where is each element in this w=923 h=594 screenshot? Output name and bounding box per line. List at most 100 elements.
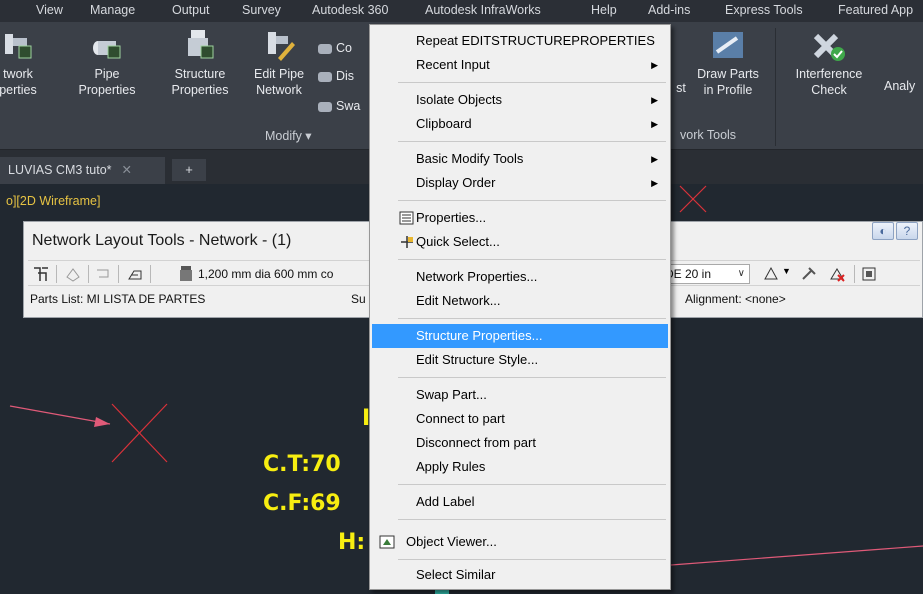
submenu-arrow-icon: ▶ xyxy=(651,154,658,164)
menu-manage[interactable]: Manage xyxy=(90,3,135,17)
menu-separator xyxy=(398,141,666,142)
menu-item-edit-network[interactable]: Edit Network... xyxy=(372,289,668,313)
draw-pipes-icon[interactable] xyxy=(762,265,780,283)
pipe-network-catalog-icon[interactable] xyxy=(64,265,82,283)
menu-item-structure-properties[interactable]: Structure Properties... xyxy=(372,324,668,348)
menu-survey[interactable]: Survey xyxy=(242,3,281,17)
select-surface-icon[interactable] xyxy=(126,265,144,283)
ribbon-small-item-3[interactable]: Swa xyxy=(318,96,360,116)
menu-item-network-properties[interactable]: Network Properties... xyxy=(372,265,668,289)
menu-item-edit-structure-style[interactable]: Edit Structure Style... xyxy=(372,348,668,372)
menu-item-quick-select[interactable]: Quick Select... xyxy=(372,230,668,254)
menu-view[interactable]: View xyxy=(36,3,63,17)
structure-properties-icon xyxy=(183,28,217,62)
menu-autodesk-infraworks[interactable]: Autodesk InfraWorks xyxy=(425,3,541,17)
cad-label-h: H: xyxy=(338,530,366,555)
ribbon-small-item-1[interactable]: Co xyxy=(318,38,352,58)
cad-label-ct: C.T:70 xyxy=(263,452,341,477)
menu-separator xyxy=(398,259,666,260)
wrench-icon xyxy=(318,71,332,82)
menu-separator xyxy=(398,377,666,378)
alignment-status: Alignment: <none> xyxy=(685,292,786,306)
menu-item-swap-part[interactable]: Swap Part... xyxy=(372,383,668,407)
wrench-icon xyxy=(318,43,332,54)
menu-item-clipboard[interactable]: Clipboard ▶ xyxy=(372,112,668,136)
structure-properties-button[interactable]: Structure Properties xyxy=(162,28,238,98)
menu-item-basic-modify-tools[interactable]: Basic Modify Tools ▶ xyxy=(372,147,668,171)
menu-item-repeat[interactable]: Repeat EDITSTRUCTUREPROPERTIES xyxy=(372,29,668,53)
panel-separator xyxy=(775,28,776,146)
menu-output[interactable]: Output xyxy=(172,3,210,17)
parts-list-icon[interactable] xyxy=(94,265,112,283)
palette-window-buttons: ◐? xyxy=(870,222,918,240)
pipe-tool-icon[interactable] xyxy=(800,265,818,283)
menu-item-apply-rules[interactable]: Apply Rules xyxy=(372,455,668,479)
menu-item-display-order[interactable]: Display Order ▶ xyxy=(372,171,668,195)
structure-icon xyxy=(180,266,192,281)
pipe-line xyxy=(670,545,923,566)
ribbon-fragment-st: st xyxy=(676,81,686,95)
menu-bar: View Manage Output Survey Autodesk 360 A… xyxy=(0,0,923,22)
menu-separator xyxy=(398,519,666,520)
menu-item-select-similar[interactable]: Select Similar xyxy=(372,563,668,587)
submenu-arrow-icon: ▶ xyxy=(651,95,658,105)
modify-panel-title[interactable]: Modify ▾ xyxy=(265,128,312,143)
toolbar-separator xyxy=(854,265,855,283)
menu-item-recent-input[interactable]: Recent Input ▶ xyxy=(372,53,668,77)
pipe-line xyxy=(9,405,111,425)
menu-separator xyxy=(398,200,666,201)
menu-express-tools[interactable]: Express Tools xyxy=(725,3,803,17)
menu-item-add-label[interactable]: Add Label xyxy=(372,490,668,514)
menu-item-isolate-objects[interactable]: Isolate Objects ▶ xyxy=(372,88,668,112)
pipe-properties-button[interactable]: Pipe Properties xyxy=(70,28,144,98)
menu-autodesk-360[interactable]: Autodesk 360 xyxy=(312,3,388,17)
palette-title: Network Layout Tools - Network - (1) xyxy=(32,232,292,249)
part-size-dropdown[interactable]: 1,200 mm dia 600 mm co xyxy=(198,264,358,284)
edit-pipe-network-button[interactable]: Edit Pipe Network xyxy=(246,28,312,98)
menu-help[interactable]: Help xyxy=(591,3,617,17)
menu-add-ins[interactable]: Add-ins xyxy=(648,3,690,17)
menu-separator xyxy=(398,559,666,560)
properties-icon xyxy=(399,211,414,225)
draw-parts-in-profile-icon xyxy=(711,28,745,62)
chevron-down-icon: ∨ xyxy=(737,268,745,279)
network-properties-button[interactable]: twork perties xyxy=(0,28,42,98)
menu-separator xyxy=(398,484,666,485)
pipe-size-dropdown[interactable]: DE 20 in ∨ xyxy=(662,264,750,284)
ribbon-small-item-2[interactable]: Dis xyxy=(318,66,354,86)
object-viewer-icon xyxy=(379,535,395,549)
analyze-button[interactable]: Analy xyxy=(884,78,923,94)
draw-parts-in-profile-button[interactable]: Draw Parts in Profile xyxy=(694,28,762,98)
menu-separator xyxy=(398,82,666,83)
submenu-arrow-icon: ▶ xyxy=(651,119,658,129)
new-tab-button[interactable]: + xyxy=(172,159,206,181)
interference-check-icon xyxy=(812,28,846,62)
swap-icon xyxy=(318,101,332,112)
panorama-icon[interactable] xyxy=(860,265,878,283)
context-menu: Repeat EDITSTRUCTUREPROPERTIES Recent In… xyxy=(369,24,671,590)
network-tools-panel-title: vork Tools xyxy=(680,128,737,142)
pipe-properties-icon xyxy=(90,28,124,62)
tab-drawing[interactable]: LUVIAS CM3 tuto* ✕ xyxy=(0,157,165,184)
viewport-label[interactable]: o][2D Wireframe] xyxy=(6,194,100,208)
menu-featured-apps[interactable]: Featured App xyxy=(838,3,913,17)
close-tab-icon[interactable]: ✕ xyxy=(122,163,132,177)
menu-item-connect-to-part[interactable]: Connect to part xyxy=(372,407,668,431)
parts-list-status: Parts List: MI LISTA DE PARTES xyxy=(30,292,206,306)
network-properties-icon xyxy=(1,28,35,62)
toolbar-separator xyxy=(56,265,57,283)
chevron-down-icon[interactable]: ▼ xyxy=(782,266,791,276)
toolbar-separator xyxy=(118,265,119,283)
delete-part-icon[interactable] xyxy=(828,265,846,283)
network-properties-icon[interactable] xyxy=(32,265,50,283)
toolbar-separator xyxy=(88,265,89,283)
menu-item-properties[interactable]: Properties... xyxy=(372,206,668,230)
palette-help-icon[interactable]: ◐ xyxy=(872,222,894,240)
interference-check-button[interactable]: Interference Check xyxy=(786,28,872,98)
menu-item-object-viewer[interactable]: Object Viewer... xyxy=(372,530,668,554)
edit-pipe-network-icon xyxy=(262,28,296,62)
surface-status-fragment: Su xyxy=(351,292,366,306)
menu-separator xyxy=(398,318,666,319)
menu-item-disconnect-from-part[interactable]: Disconnect from part xyxy=(372,431,668,455)
palette-question-button[interactable]: ? xyxy=(896,222,918,240)
